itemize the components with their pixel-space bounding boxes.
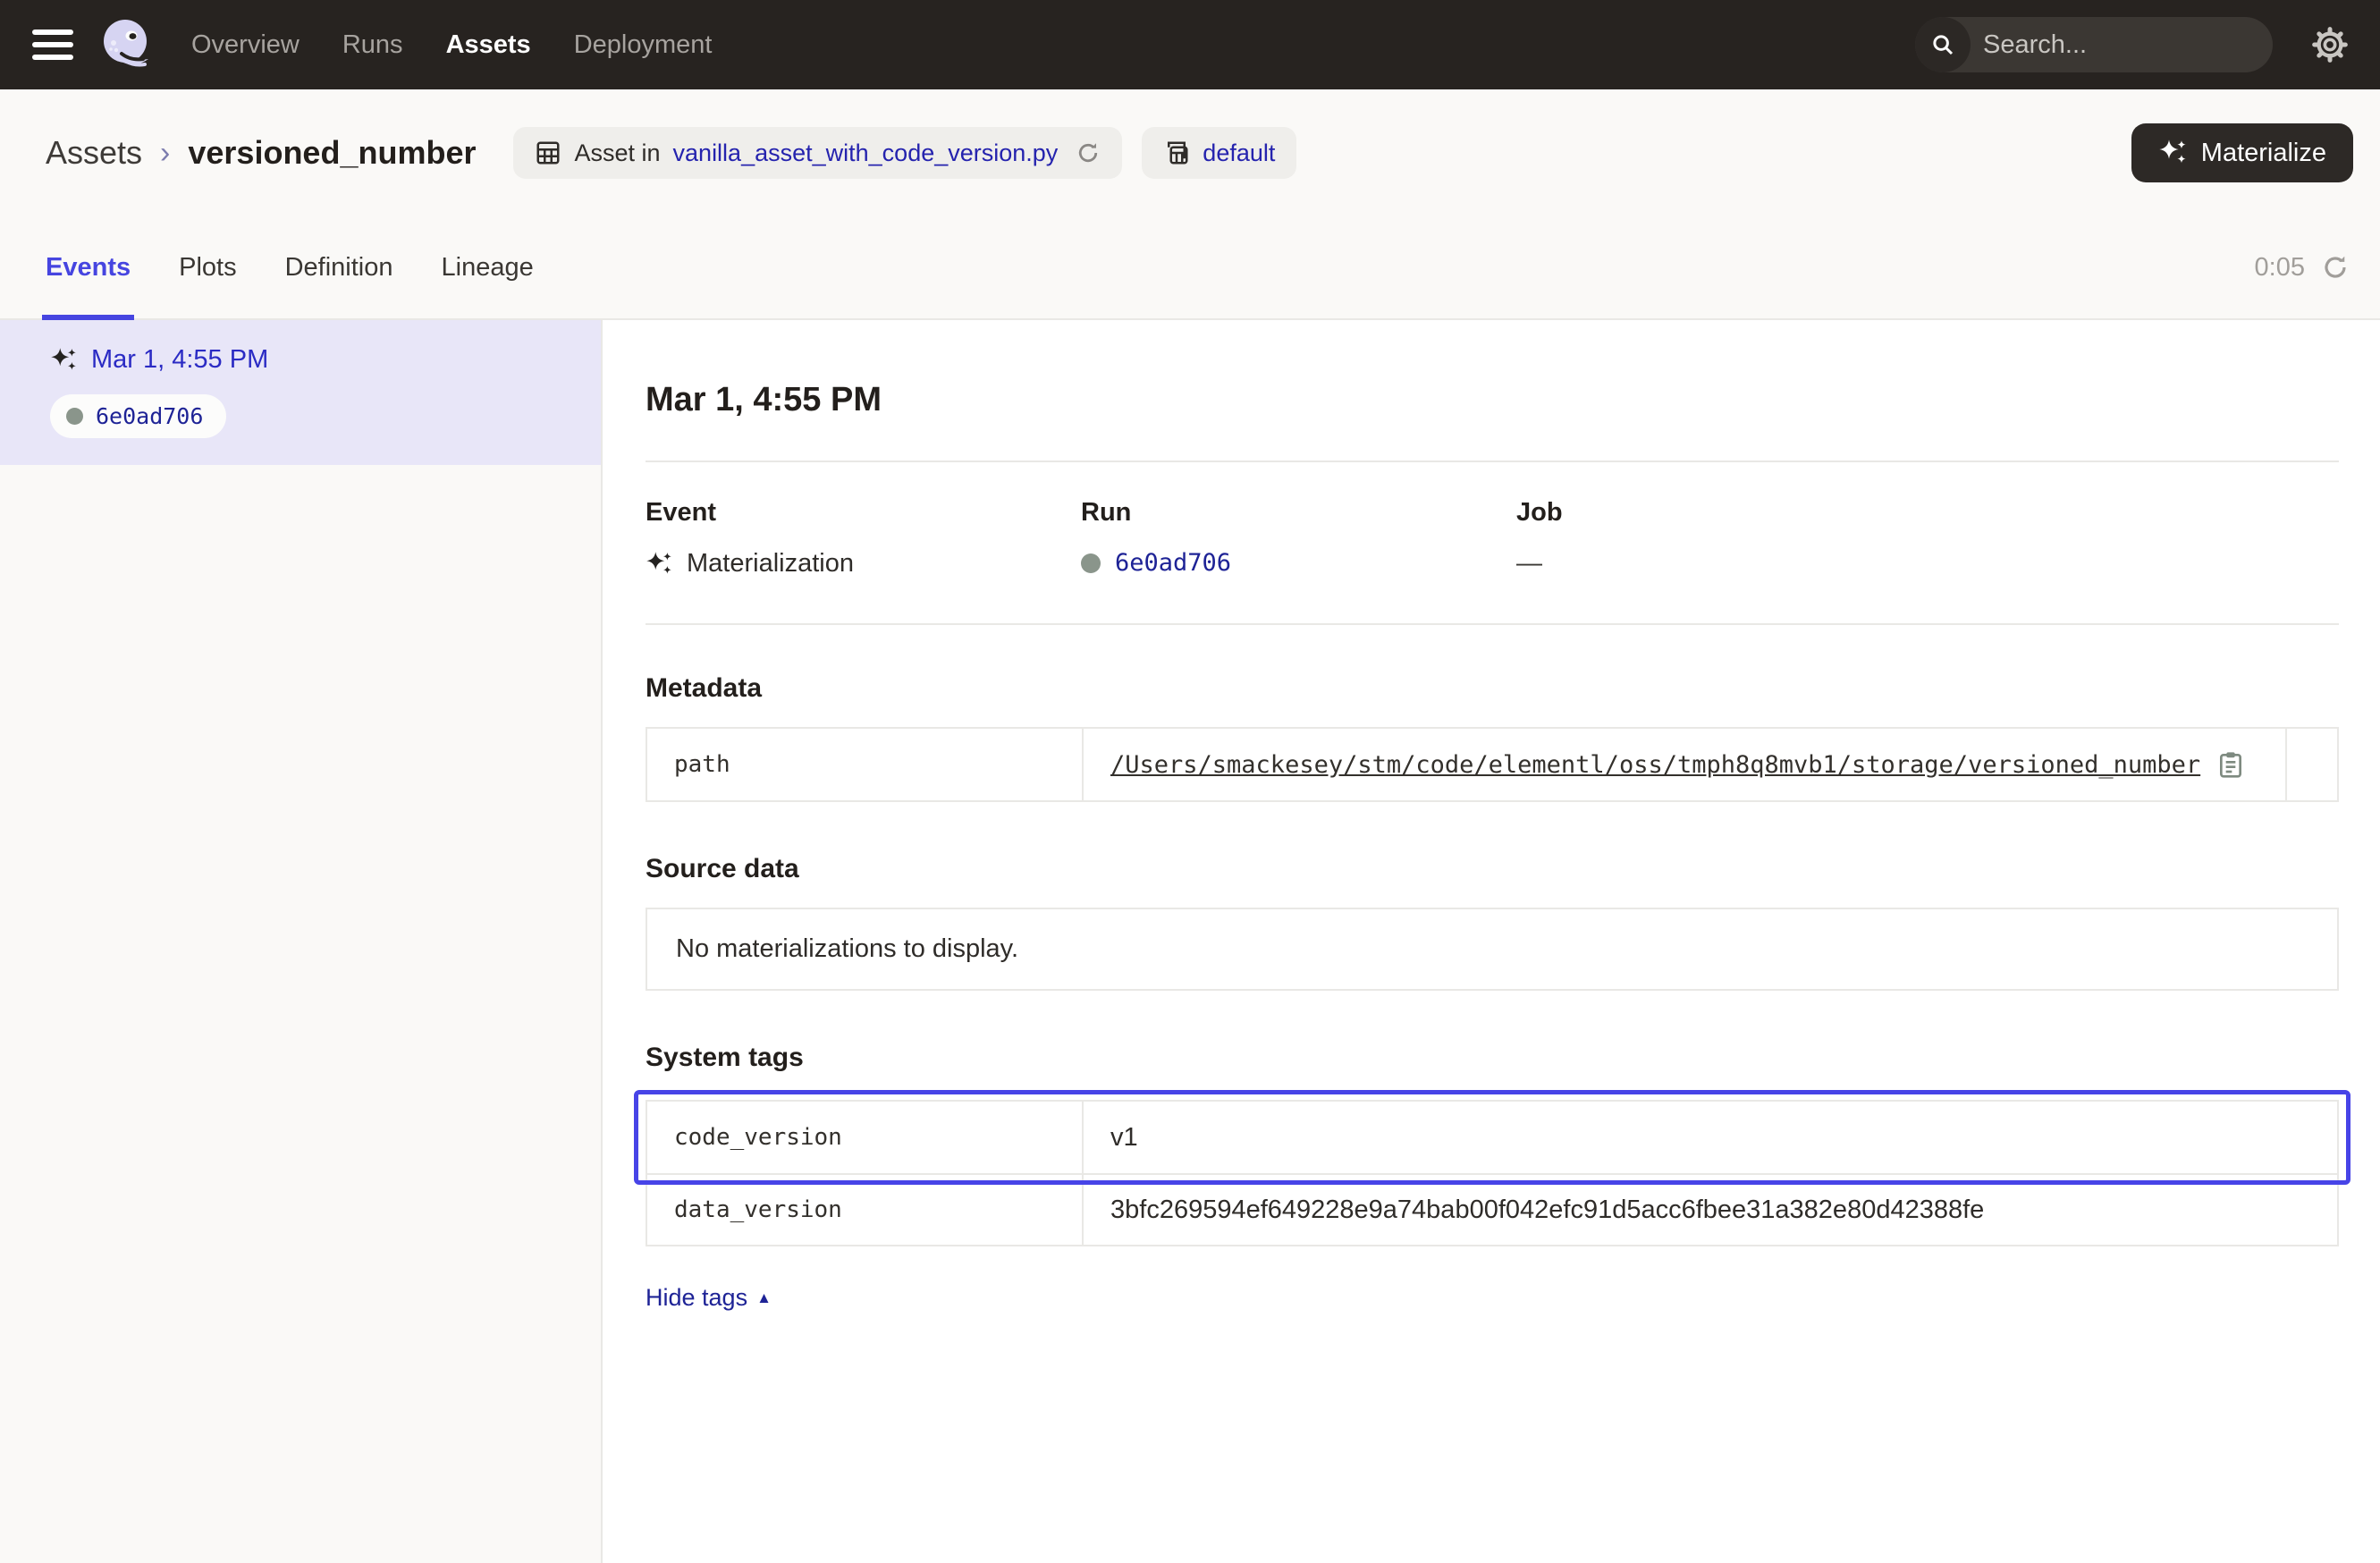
asset-chips: Asset in vanilla_asset_with_code_version… — [513, 127, 1296, 179]
page-title: versioned_number — [188, 134, 476, 172]
run-column: Run 6e0ad706 — [1081, 498, 1516, 579]
asset-group-chip: default — [1142, 127, 1296, 179]
job-empty-value: — — [1516, 549, 1542, 579]
event-summary-columns: Event Materialization Run 6e0ad706 Job — [646, 498, 2339, 579]
reload-definition-icon[interactable] — [1076, 140, 1101, 165]
breadcrumb-row: Assets › versioned_number Asset in vanil… — [0, 89, 2380, 216]
event-list-item-selected[interactable]: Mar 1, 4:55 PM 6e0ad706 — [0, 320, 601, 465]
tabs-row: Events Plots Definition Lineage 0:05 — [0, 216, 2380, 320]
table-row: path /Users/smackesey/stm/code/elementl/… — [647, 729, 2337, 800]
event-detail-panel: Mar 1, 4:55 PM Event Materialization Run… — [603, 320, 2380, 1563]
tab-events[interactable]: Events — [46, 216, 131, 318]
app-header: Overview Runs Assets Deployment / — [0, 0, 2380, 89]
metadata-table: path /Users/smackesey/stm/code/elementl/… — [646, 727, 2339, 802]
nav-item-deployment[interactable]: Deployment — [574, 30, 713, 60]
hide-tags-link[interactable]: Hide tags ▲ — [646, 1284, 772, 1312]
event-column: Event Materialization — [646, 498, 1081, 579]
nav-item-assets[interactable]: Assets — [446, 30, 531, 60]
table-icon — [535, 139, 561, 166]
job-column: Job — — [1516, 498, 1952, 579]
refresh-status: 0:05 — [2255, 216, 2350, 318]
metadata-path-link[interactable]: /Users/smackesey/stm/code/elementl/oss/t… — [1110, 751, 2200, 779]
tab-lineage[interactable]: Lineage — [442, 216, 534, 318]
search-input[interactable] — [1971, 30, 2273, 60]
asset-group-link[interactable]: default — [1203, 139, 1275, 167]
metadata-key: path — [647, 729, 1084, 800]
tag-key: data_version — [647, 1175, 1084, 1245]
tab-plots[interactable]: Plots — [179, 216, 236, 318]
tag-key: code_version — [647, 1102, 1084, 1173]
breadcrumb-assets-link[interactable]: Assets — [46, 134, 142, 172]
copy-clipboard-icon[interactable] — [2216, 750, 2245, 779]
sparkle-icon — [2158, 139, 2187, 167]
source-data-empty-message: No materializations to display. — [646, 908, 2339, 991]
source-data-heading: Source data — [646, 854, 2339, 884]
materialization-sparkle-icon — [646, 551, 672, 578]
asset-tabs: Events Plots Definition Lineage — [46, 216, 534, 318]
materialize-button-label: Materialize — [2201, 139, 2326, 168]
table-row-code-version: code_version v1 — [647, 1102, 2337, 1173]
system-tags-table: code_version v1 data_version 3bfc269594e… — [646, 1100, 2339, 1246]
asset-definition-file-link[interactable]: vanilla_asset_with_code_version.py — [673, 139, 1059, 167]
settings-gear-icon[interactable] — [2312, 27, 2348, 63]
hide-tags-label: Hide tags — [646, 1284, 747, 1312]
tag-value: 3bfc269594ef649228e9a74bab00f042efc91d5a… — [1110, 1195, 1984, 1225]
tab-definition[interactable]: Definition — [285, 216, 393, 318]
run-status-dot — [66, 408, 83, 425]
tag-value: v1 — [1110, 1123, 1138, 1153]
nav-item-runs[interactable]: Runs — [342, 30, 403, 60]
asset-definition-chip: Asset in vanilla_asset_with_code_version… — [513, 127, 1122, 179]
divider — [646, 623, 2339, 625]
top-nav: Overview Runs Assets Deployment — [191, 30, 712, 60]
materialization-sparkle-icon — [50, 347, 77, 374]
run-id-chip[interactable]: 6e0ad706 — [50, 394, 226, 438]
event-type-value: Materialization — [687, 549, 854, 579]
event-timestamp-link[interactable]: Mar 1, 4:55 PM — [91, 345, 268, 375]
dagster-logo-icon[interactable] — [98, 16, 156, 73]
run-column-label: Run — [1081, 498, 1516, 528]
materialize-button[interactable]: Materialize — [2131, 123, 2353, 182]
event-list-sidebar: Mar 1, 4:55 PM 6e0ad706 — [0, 320, 603, 1563]
system-tags-heading: System tags — [646, 1043, 2339, 1073]
refresh-countdown: 0:05 — [2255, 253, 2305, 283]
refresh-icon[interactable] — [2321, 253, 2350, 282]
search-bar[interactable]: / — [1915, 17, 2273, 72]
event-column-label: Event — [646, 498, 1081, 528]
divider — [646, 460, 2339, 462]
run-id-label: 6e0ad706 — [96, 403, 203, 429]
breadcrumb-separator: › — [160, 138, 170, 168]
content-area: Mar 1, 4:55 PM 6e0ad706 Mar 1, 4:55 PM E… — [0, 320, 2380, 1563]
nav-item-overview[interactable]: Overview — [191, 30, 300, 60]
caret-up-icon: ▲ — [756, 1290, 772, 1305]
metadata-actions-cell — [2285, 729, 2337, 800]
table-row-data-version: data_version 3bfc269594ef649228e9a74bab0… — [647, 1173, 2337, 1245]
run-status-dot — [1081, 553, 1101, 573]
search-icon[interactable] — [1915, 17, 1971, 72]
hamburger-menu-icon[interactable] — [32, 30, 73, 60]
asset-group-icon — [1163, 139, 1190, 166]
job-column-label: Job — [1516, 498, 1952, 528]
metadata-heading: Metadata — [646, 673, 2339, 704]
system-tags-table-wrap: code_version v1 data_version 3bfc269594e… — [646, 1100, 2339, 1246]
asset-definition-prefix: Asset in — [574, 139, 660, 167]
event-detail-title: Mar 1, 4:55 PM — [646, 381, 2339, 419]
run-id-link[interactable]: 6e0ad706 — [1115, 549, 1231, 577]
